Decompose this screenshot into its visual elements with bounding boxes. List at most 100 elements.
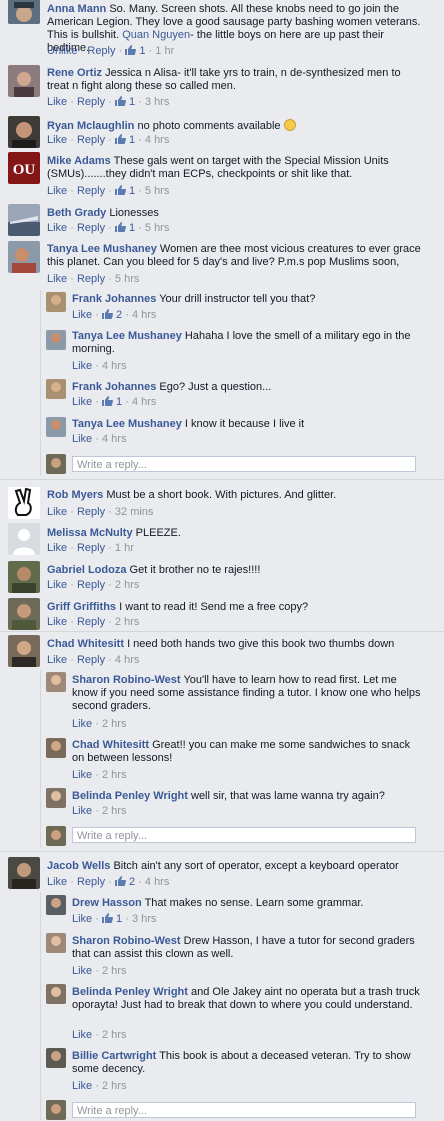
reply-button[interactable]: Reply	[77, 134, 105, 146]
reply-button[interactable]: Reply	[77, 185, 105, 197]
like-button[interactable]: Like	[47, 185, 67, 197]
like-button[interactable]: Like	[47, 654, 67, 666]
reply-button[interactable]: Reply	[77, 616, 105, 628]
likes-count[interactable]: 2	[101, 309, 122, 321]
comment-author[interactable]: Mike Adams	[47, 155, 111, 167]
avatar[interactable]	[8, 204, 40, 236]
reply-author[interactable]: Tanya Lee Mushaney	[72, 330, 182, 342]
avatar[interactable]	[46, 933, 66, 953]
comment-author[interactable]: Tanya Lee Mushaney	[47, 243, 157, 255]
comment-text: Lionesses	[109, 207, 159, 219]
like-button[interactable]: Like	[47, 616, 67, 628]
reply-author[interactable]: Chad Whitesitt	[72, 739, 149, 751]
reply-button[interactable]: Reply	[87, 45, 115, 57]
reply-author[interactable]: Sharon Robino-West	[72, 674, 181, 686]
likes-count[interactable]: 1	[101, 396, 122, 408]
reply-author[interactable]: Belinda Penley Wright	[72, 986, 188, 998]
likes-count[interactable]: 1	[101, 913, 122, 925]
comment-author[interactable]: Griff Griffiths	[47, 601, 116, 613]
reply-author[interactable]: Sharon Robino-West	[72, 935, 181, 947]
reply-button[interactable]: Reply	[77, 876, 105, 888]
like-button[interactable]: Like	[72, 1029, 92, 1041]
avatar[interactable]	[8, 561, 40, 593]
avatar[interactable]	[46, 672, 66, 692]
reply-author[interactable]: Tanya Lee Mushaney	[72, 418, 182, 430]
avatar[interactable]	[46, 417, 66, 437]
like-button[interactable]: Like	[47, 579, 67, 591]
likes-count[interactable]: 1	[125, 45, 145, 57]
comment-author[interactable]: Jacob Wells	[47, 860, 110, 872]
likes-count[interactable]: 1	[114, 185, 135, 197]
likes-count[interactable]: 1	[114, 96, 135, 108]
avatar[interactable]	[46, 984, 66, 1004]
comment-author[interactable]: Rob Myers	[47, 489, 103, 501]
reply-button[interactable]: Reply	[77, 273, 105, 285]
user-photo-icon	[8, 65, 40, 97]
like-button[interactable]: Like	[72, 718, 92, 730]
mention-link[interactable]: Quan Nguyen	[122, 29, 190, 41]
like-button[interactable]: Like	[47, 542, 67, 554]
avatar[interactable]	[8, 523, 40, 555]
avatar[interactable]	[8, 241, 40, 273]
like-button[interactable]: Like	[47, 222, 67, 234]
like-button[interactable]: Like	[47, 273, 67, 285]
like-button[interactable]: Like	[72, 769, 92, 781]
thumbs-up-icon	[114, 222, 126, 232]
reply-button[interactable]: Reply	[77, 506, 105, 518]
unlike-button[interactable]: Unlike	[47, 45, 78, 57]
like-button[interactable]: Like	[72, 805, 92, 817]
comment-author[interactable]: Chad Whitesitt	[47, 638, 124, 650]
avatar[interactable]	[8, 487, 40, 519]
comment-author[interactable]: Rene Ortiz	[47, 67, 102, 79]
like-button[interactable]: Like	[72, 913, 92, 925]
like-button[interactable]: Like	[72, 433, 92, 445]
comment-author[interactable]: Ryan Mclaughlin	[47, 120, 134, 132]
reply-input[interactable]: Write a reply...	[72, 1102, 416, 1118]
avatar[interactable]	[8, 635, 40, 667]
like-button[interactable]: Like	[72, 309, 92, 321]
avatar[interactable]	[8, 857, 40, 889]
reply-button[interactable]: Reply	[77, 654, 105, 666]
avatar[interactable]	[8, 116, 40, 148]
likes-count[interactable]: 2	[114, 876, 135, 888]
like-button[interactable]: Like	[72, 360, 92, 372]
likes-count[interactable]: 1	[114, 134, 135, 146]
avatar[interactable]	[8, 598, 40, 630]
likes-count[interactable]: 1	[114, 222, 135, 234]
reply-author[interactable]: Frank Johannes	[72, 381, 156, 393]
reply-author[interactable]: Frank Johannes	[72, 293, 156, 305]
like-button[interactable]: Like	[72, 1080, 92, 1092]
avatar[interactable]	[46, 379, 66, 399]
avatar[interactable]: OU	[8, 152, 40, 184]
avatar[interactable]	[46, 895, 66, 915]
like-button[interactable]: Like	[47, 506, 67, 518]
comment-author[interactable]: Gabriel Lodoza	[47, 564, 126, 576]
thumbs-up-icon	[114, 96, 126, 106]
avatar[interactable]	[46, 330, 66, 350]
avatar[interactable]	[46, 292, 66, 312]
reply-time: 2 hrs	[101, 965, 127, 977]
avatar[interactable]	[8, 0, 40, 24]
reply-button[interactable]: Reply	[77, 222, 105, 234]
reply-button[interactable]: Reply	[77, 542, 105, 554]
avatar[interactable]	[8, 65, 40, 97]
like-button[interactable]: Like	[72, 396, 92, 408]
reply-author[interactable]: Belinda Penley Wright	[72, 790, 188, 802]
like-button[interactable]: Like	[72, 965, 92, 977]
comment-author[interactable]: Beth Grady	[47, 207, 106, 219]
avatar[interactable]	[46, 788, 66, 808]
reply-button[interactable]: Reply	[77, 96, 105, 108]
reply-button[interactable]: Reply	[77, 579, 105, 591]
avatar[interactable]	[46, 1048, 66, 1068]
like-button[interactable]: Like	[47, 134, 67, 146]
comment-author[interactable]: Anna Mann	[47, 3, 106, 15]
like-button[interactable]: Like	[47, 96, 67, 108]
reply-input[interactable]: Write a reply...	[72, 456, 416, 472]
reply-author[interactable]: Drew Hasson	[72, 897, 142, 909]
comment-author[interactable]: Melissa McNulty	[47, 527, 133, 539]
like-button[interactable]: Like	[47, 876, 67, 888]
frown-emoticon-icon	[283, 119, 296, 131]
avatar[interactable]	[46, 738, 66, 758]
reply-author[interactable]: Billie Cartwright	[72, 1050, 156, 1062]
reply-input[interactable]: Write a reply...	[72, 827, 416, 843]
